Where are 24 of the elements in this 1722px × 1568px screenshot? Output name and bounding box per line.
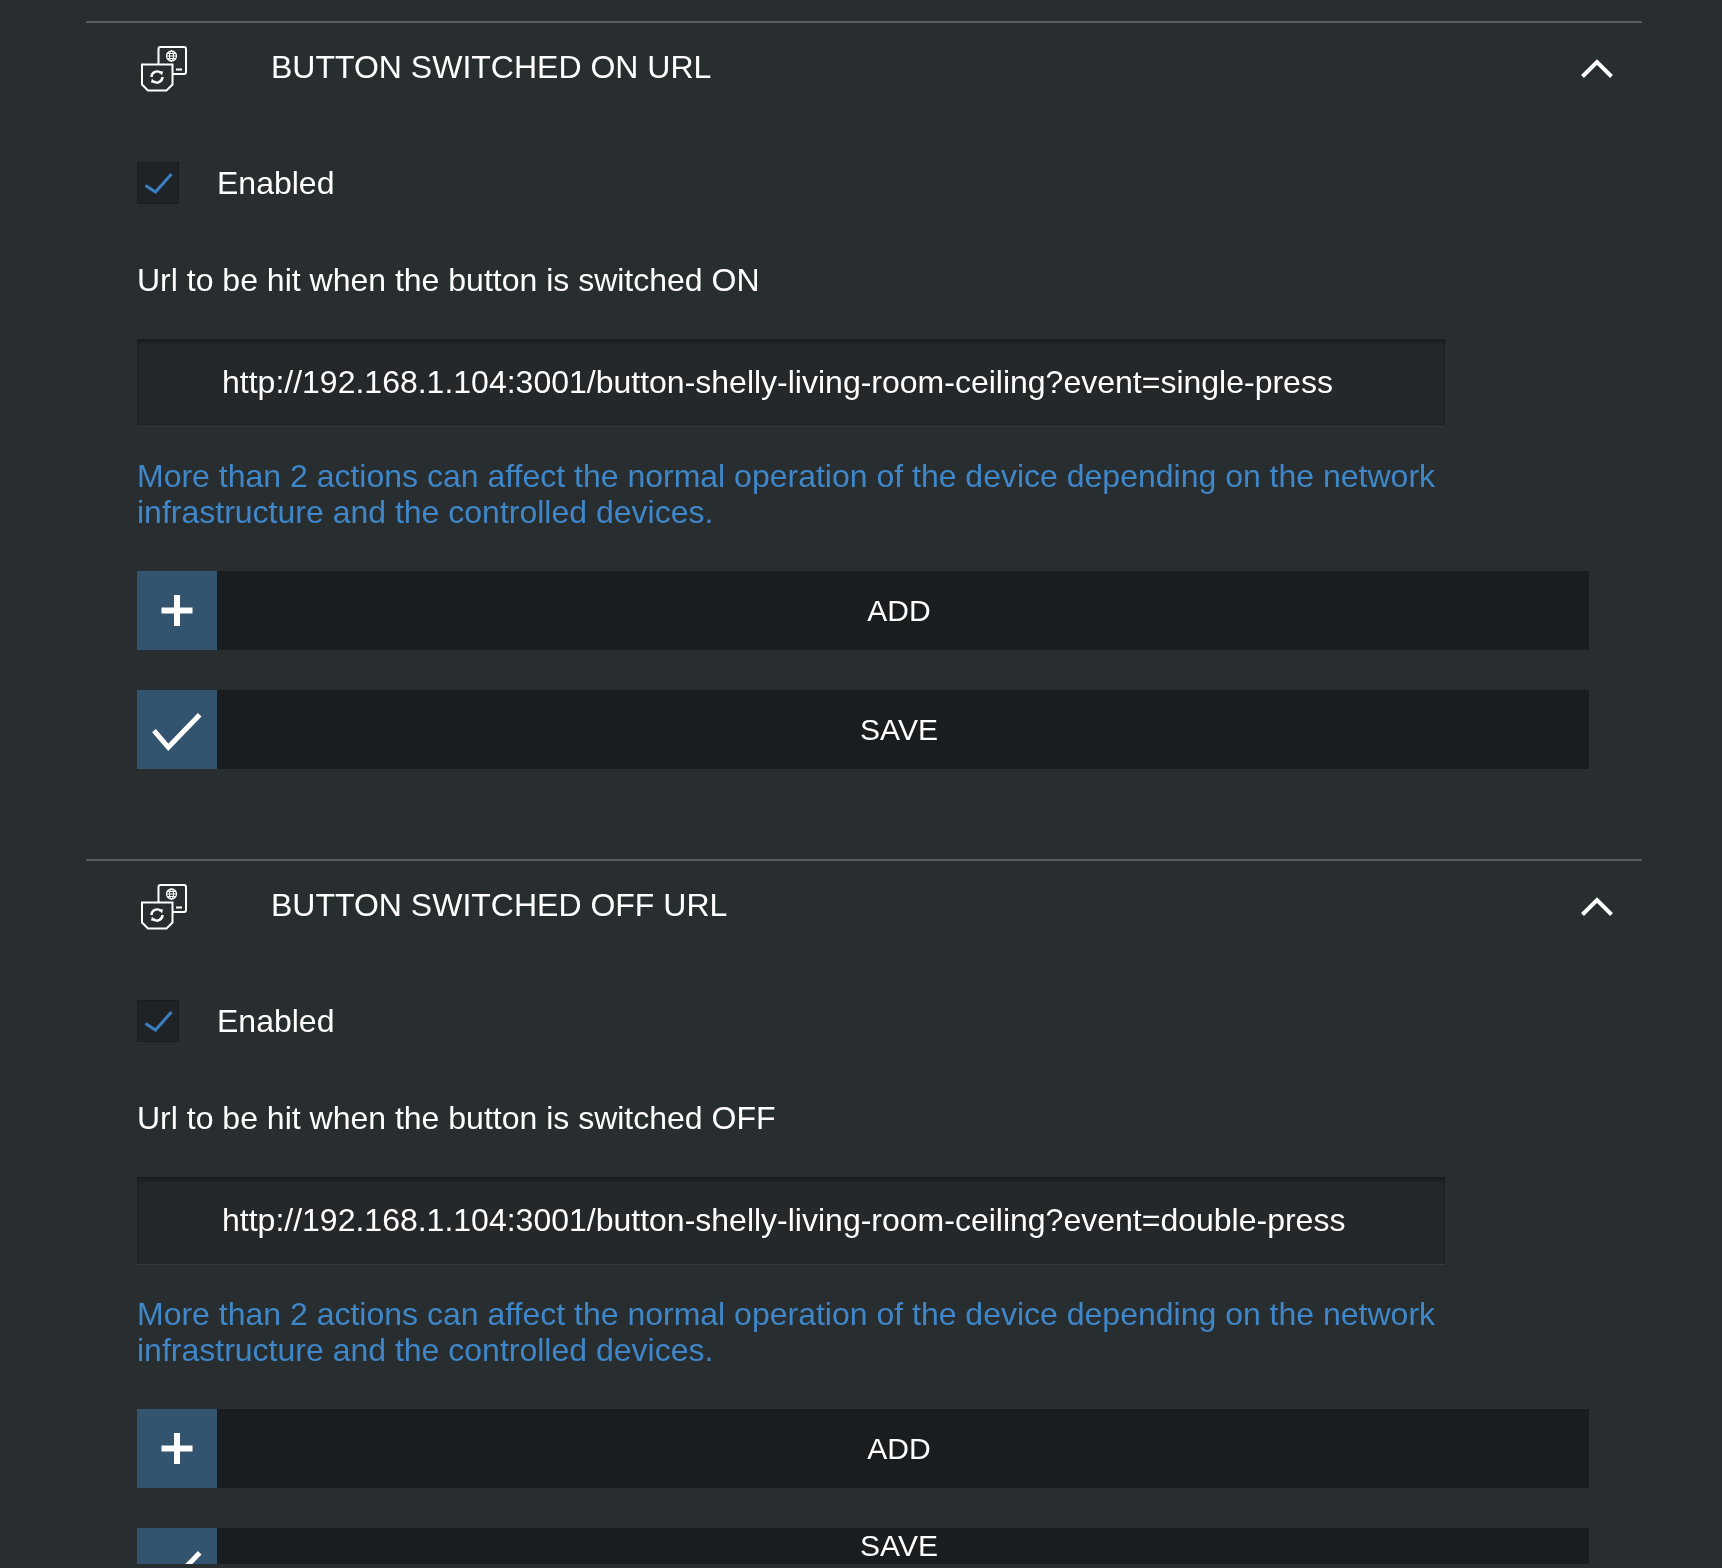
url-input-field[interactable]: http://192.168.1.104:3001/button-shelly-living-room-ceiling?event=single-press — [137, 339, 1445, 427]
field-label: Url to be hit when the button is switched OFF — [137, 1099, 777, 1137]
info-note: More than 2 actions can affect the normal operation of the device depending on the network infrastructure and the controlled devices. — [137, 458, 1437, 530]
shield-card-icon — [141, 884, 187, 930]
save-button[interactable]: SAVE — [137, 690, 1589, 769]
checkbox-label: Enabled — [217, 1002, 335, 1040]
check-icon — [144, 172, 173, 194]
checkbox-label: Enabled — [217, 164, 335, 202]
chevron-icon[interactable] — [1580, 897, 1614, 917]
check-icon — [137, 690, 217, 769]
section-title: BUTTON SWITCHED OFF URL — [271, 886, 729, 924]
url-input-field[interactable]: http://192.168.1.104:3001/button-shelly-living-room-ceiling?event=double-press — [137, 1177, 1445, 1265]
enabled-checkbox[interactable] — [137, 1000, 179, 1042]
plus-icon — [137, 1409, 217, 1488]
add-button[interactable]: ADD — [137, 1409, 1589, 1488]
plus-icon — [137, 571, 217, 650]
info-note: More than 2 actions can affect the normal operation of the device depending on the network infrastructure and the controlled devices. — [137, 1296, 1437, 1368]
check-icon — [144, 1010, 173, 1032]
shield-card-icon — [141, 46, 187, 92]
add-button[interactable]: ADD — [137, 571, 1589, 650]
enabled-checkbox[interactable] — [137, 162, 179, 204]
chevron-icon[interactable] — [1580, 59, 1614, 79]
section-title: BUTTON SWITCHED ON URL — [271, 48, 713, 86]
field-label: Url to be hit when the button is switched ON — [137, 261, 761, 299]
